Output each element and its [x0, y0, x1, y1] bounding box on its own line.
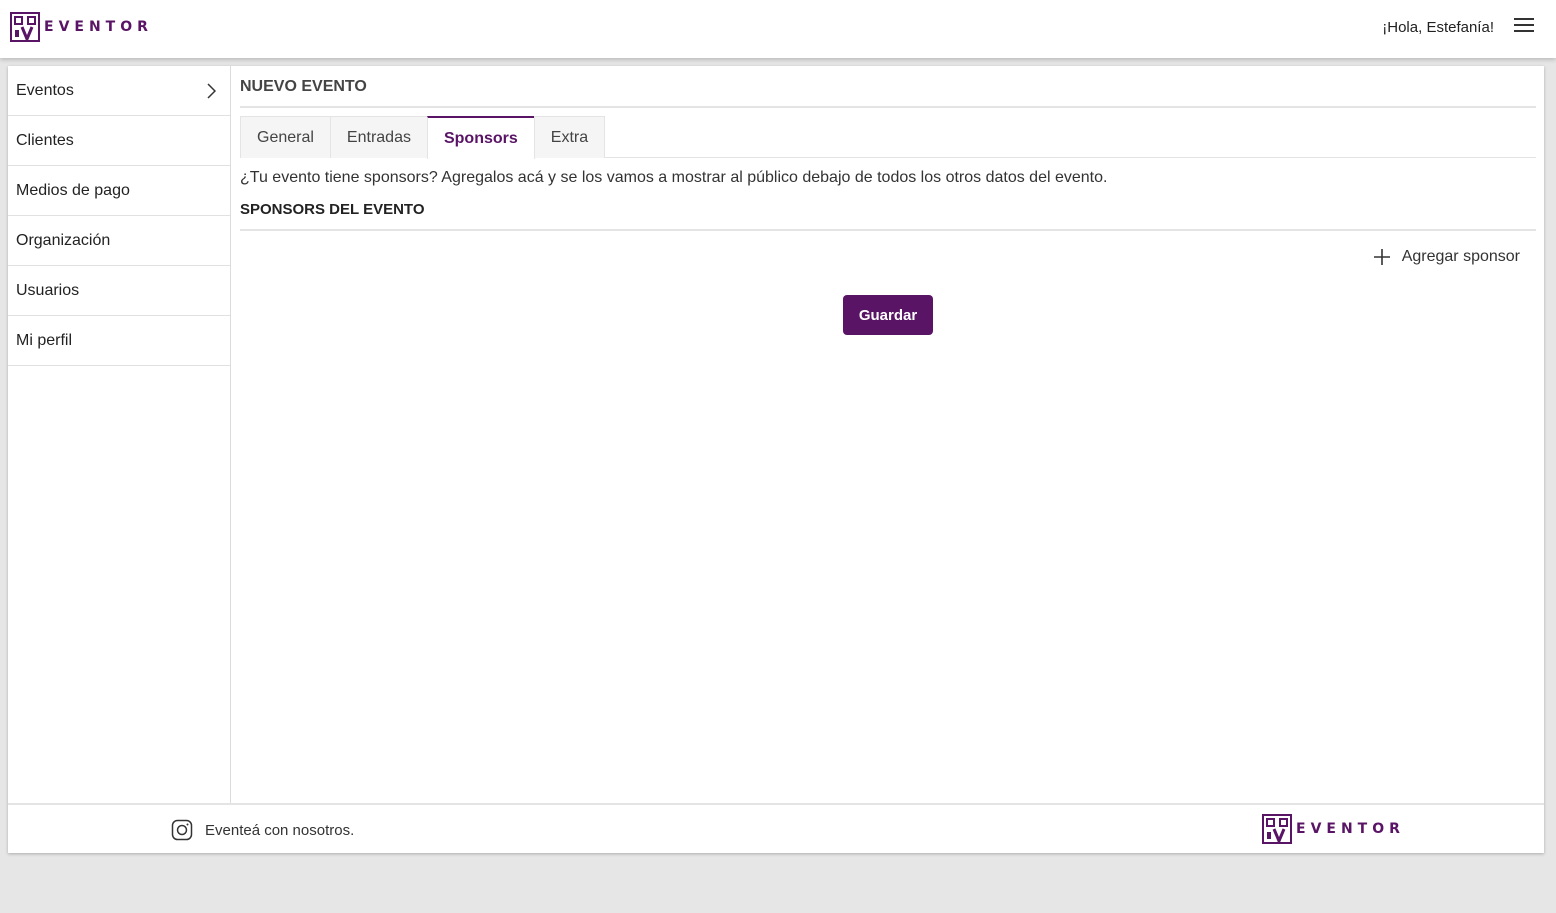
sidebar-item-label: Clientes	[16, 131, 74, 149]
sidebar-item-label: Eventos	[16, 81, 74, 99]
plus-icon	[1373, 249, 1390, 265]
footer-eventor-logo: EVENTOR	[1262, 814, 1405, 844]
sidebar-item-label: Usuarios	[16, 281, 80, 299]
instagram-icon[interactable]	[171, 819, 193, 841]
eventor-logo-icon	[1262, 814, 1292, 844]
chevron-right-icon	[207, 83, 216, 99]
sidebar-item-label: Organización	[16, 231, 111, 249]
title-divider	[240, 106, 1536, 108]
section-divider	[240, 229, 1536, 231]
save-button[interactable]: Guardar	[843, 295, 933, 335]
sidebar-item-label: Medios de pago	[16, 181, 130, 199]
sidebar-item-label: Mi perfil	[16, 331, 73, 349]
sidebar-item-mi-perfil[interactable]: Mi perfil	[8, 316, 230, 366]
eventor-logo-text: EVENTOR	[44, 19, 153, 35]
sidebar-item-clientes[interactable]: Clientes	[8, 116, 230, 166]
main-panel: NUEVO EVENTO General Entradas Sponsors E…	[240, 66, 1536, 803]
footer: Eventeá con nosotros. EVENTOR	[8, 803, 1544, 853]
hamburger-menu-icon[interactable]	[1514, 18, 1534, 36]
user-greeting: ¡Hola, Estefanía!	[1382, 19, 1494, 36]
content-card: Eventos Clientes Medios de pago Organiza…	[8, 66, 1544, 853]
tab-extra[interactable]: Extra	[533, 116, 606, 158]
tab-general[interactable]: General	[240, 116, 331, 158]
add-sponsor-button[interactable]: Agregar sponsor	[1373, 248, 1520, 266]
footer-tagline: Eventeá con nosotros.	[205, 822, 355, 839]
add-sponsor-label: Agregar sponsor	[1401, 248, 1520, 265]
eventor-logo-text: EVENTOR	[1296, 821, 1405, 837]
eventor-logo[interactable]: EVENTOR	[10, 12, 153, 42]
top-bar: EVENTOR ¡Hola, Estefanía!	[0, 0, 1556, 58]
sidebar-item-medios-de-pago[interactable]: Medios de pago	[8, 166, 230, 216]
section-title: SPONSORS DEL EVENTO	[240, 201, 425, 218]
tab-bar: General Entradas Sponsors Extra	[240, 116, 1536, 159]
sidebar: Eventos Clientes Medios de pago Organiza…	[8, 66, 231, 803]
sponsors-intro-text: ¿Tu evento tiene sponsors? Agregalos acá…	[240, 169, 1108, 186]
page-title: NUEVO EVENTO	[240, 78, 367, 95]
tab-sponsors[interactable]: Sponsors	[426, 116, 535, 159]
sidebar-item-usuarios[interactable]: Usuarios	[8, 266, 230, 316]
eventor-logo-icon	[10, 12, 40, 42]
tab-entradas[interactable]: Entradas	[329, 116, 428, 158]
sidebar-item-organizacion[interactable]: Organización	[8, 216, 230, 266]
sidebar-item-eventos[interactable]: Eventos	[8, 66, 230, 116]
